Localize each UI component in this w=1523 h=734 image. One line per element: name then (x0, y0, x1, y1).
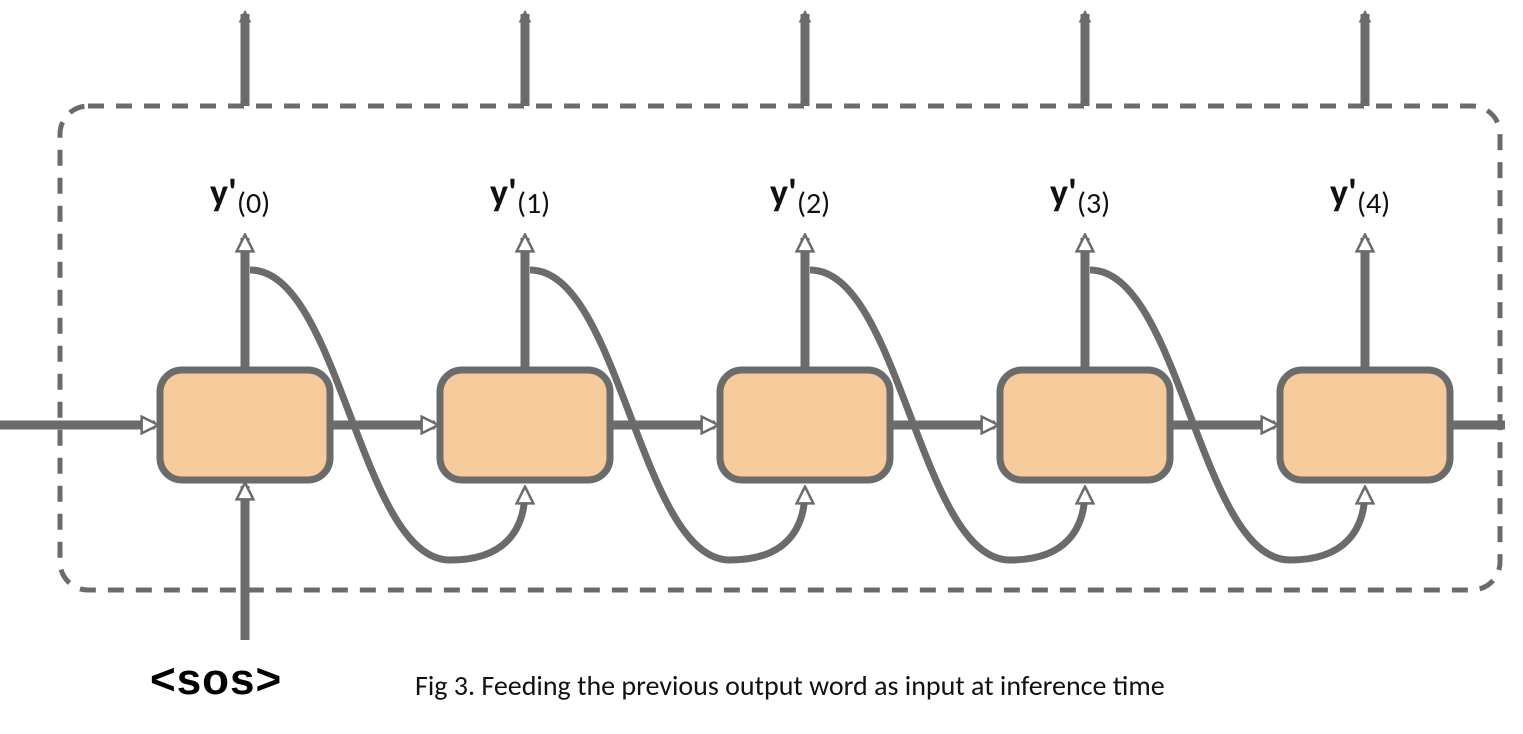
output-var-1: y' (490, 170, 517, 216)
rnn-cell-4 (1280, 14, 1450, 480)
output-var-3: y' (1050, 170, 1077, 216)
output-label-1: y'(1) (490, 170, 550, 216)
output-label-0: y'(0) (210, 170, 270, 216)
output-sub-1: (1) (517, 185, 550, 222)
output-label-2: y'(2) (770, 170, 830, 216)
output-label-4: y'(4) (1330, 170, 1390, 216)
output-var-4: y' (1330, 170, 1357, 216)
output-var-2: y' (770, 170, 797, 216)
output-sub-0: (0) (237, 185, 270, 222)
figure-caption: Fig 3. Feeding the previous output word … (415, 668, 1165, 703)
output-sub-4: (4) (1357, 185, 1390, 222)
sos-token-label: <sos> (150, 655, 282, 705)
diagram-svg (0, 0, 1523, 734)
diagram-stage: y'(0) y'(1) y'(2) y'(3) y'(4) <sos> Fig … (0, 0, 1523, 734)
output-sub-3: (3) (1077, 185, 1110, 222)
output-sub-2: (2) (797, 185, 830, 222)
output-var-0: y' (210, 170, 237, 216)
output-label-3: y'(3) (1050, 170, 1110, 216)
